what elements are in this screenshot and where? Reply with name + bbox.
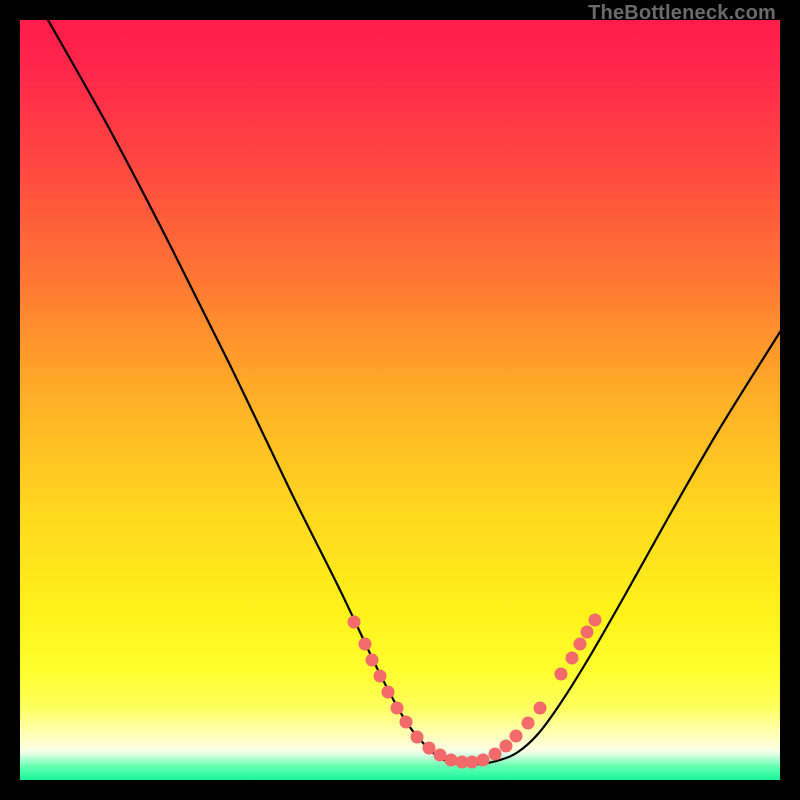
- data-dot: [522, 717, 535, 730]
- data-dot: [534, 702, 547, 715]
- data-dot: [566, 652, 579, 665]
- bottleneck-curve: [20, 20, 780, 780]
- data-dot: [489, 748, 502, 761]
- data-dot: [391, 702, 404, 715]
- data-dot: [423, 742, 436, 755]
- data-dot: [555, 668, 568, 681]
- data-dot: [581, 626, 594, 639]
- data-dot: [400, 716, 413, 729]
- data-dot: [500, 740, 513, 753]
- data-dot: [374, 670, 387, 683]
- data-dot: [510, 730, 523, 743]
- data-dot: [466, 756, 479, 769]
- data-dot: [348, 616, 361, 629]
- data-dot: [359, 638, 372, 651]
- data-dot: [574, 638, 587, 651]
- data-dot: [382, 686, 395, 699]
- data-dot: [366, 654, 379, 667]
- plot-area: [20, 20, 780, 780]
- data-dot: [445, 754, 458, 767]
- data-dot: [477, 754, 490, 767]
- data-dot: [411, 731, 424, 744]
- data-dots: [348, 614, 602, 769]
- outer-frame: TheBottleneck.com: [0, 0, 800, 800]
- data-dot: [589, 614, 602, 627]
- curve-path: [48, 20, 780, 765]
